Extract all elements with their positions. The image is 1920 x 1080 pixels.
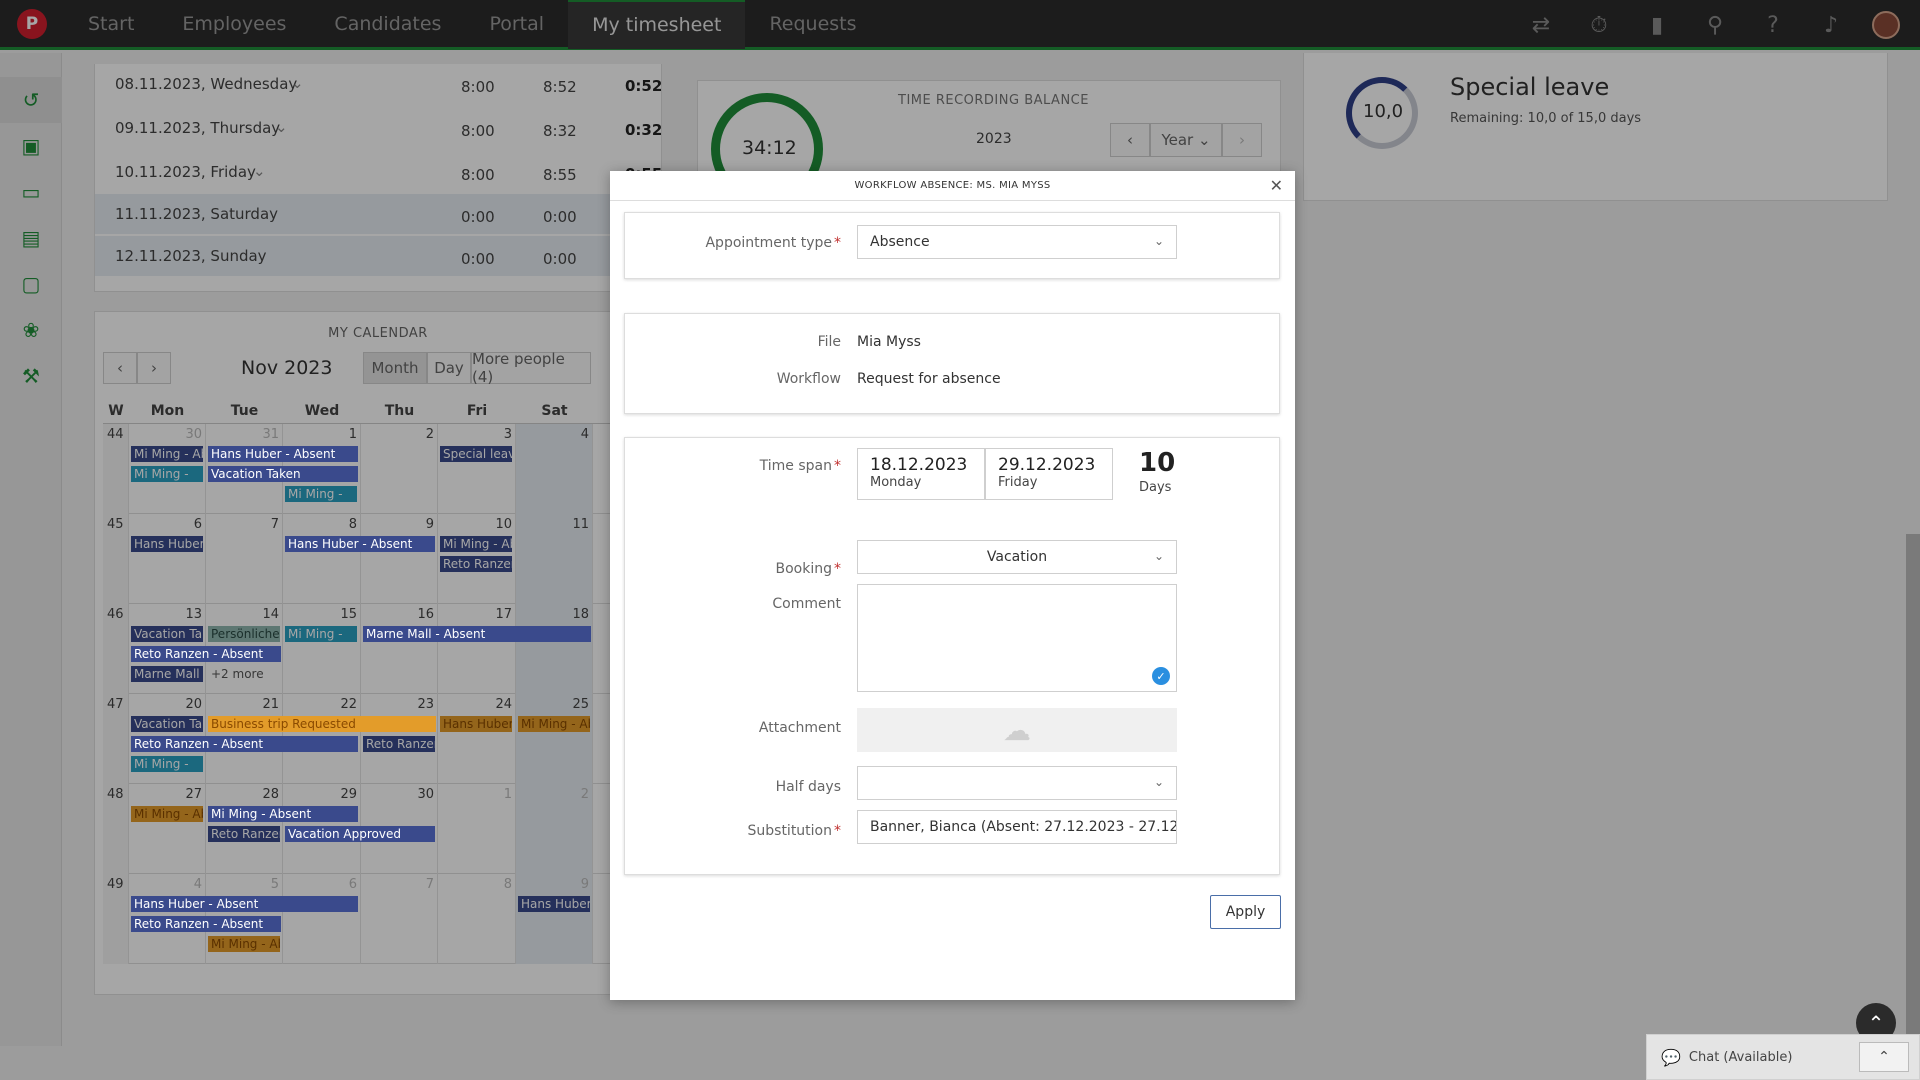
appointment-card: Appointment type * Absence ⌄: [624, 212, 1280, 279]
chevron-up-icon: ⌃: [1878, 1049, 1890, 1065]
end-date: 29.12.2023: [998, 455, 1096, 475]
chat-bar[interactable]: 💬 Chat (Available) ⌃: [1646, 1034, 1920, 1080]
attachment-dropzone[interactable]: ☁: [857, 708, 1177, 752]
chat-expand-button[interactable]: ⌃: [1859, 1042, 1909, 1072]
start-date-field[interactable]: 18.12.2023 Monday: [857, 448, 985, 500]
calendar-event[interactable]: Vacation Approved: [285, 826, 435, 842]
booking-label: Booking *: [776, 561, 842, 577]
end-weekday: Friday: [998, 475, 1038, 490]
half-days-select[interactable]: ⌄: [857, 766, 1177, 800]
half-days-label: Half days: [775, 779, 841, 795]
dialog-title: WORKFLOW ABSENCE: MS. MIA MYSS: [610, 171, 1295, 201]
substitution-value: Banner, Bianca (Absent: 27.12.2023 - 27.…: [870, 819, 1177, 835]
days-label: Days: [1139, 480, 1172, 495]
required-marker: *: [834, 561, 841, 577]
calendar-event[interactable]: Reto Ranzen - Absent: [131, 916, 281, 932]
absence-details-card: Time span * 18.12.2023 Monday 29.12.2023 …: [624, 437, 1280, 875]
chevron-down-icon: ⌄: [1153, 775, 1164, 789]
start-date: 18.12.2023: [870, 455, 968, 475]
time-span-label: Time span *: [760, 458, 841, 474]
chevron-down-icon: ⌄: [1153, 549, 1164, 563]
substitution-label: Substitution *: [748, 823, 842, 839]
calendar-event[interactable]: Business trip Requested: [208, 716, 436, 732]
booking-label-text: Booking: [775, 561, 833, 577]
calendar-event[interactable]: Hans Huber - Absent: [285, 536, 435, 552]
required-marker: *: [834, 458, 841, 474]
close-icon[interactable]: ✕: [1270, 176, 1283, 195]
substitution-input[interactable]: Banner, Bianca (Absent: 27.12.2023 - 27.…: [857, 810, 1177, 844]
workflow-value: Request for absence: [857, 371, 1001, 387]
calendar-event[interactable]: Hans Huber - Absent: [131, 896, 358, 912]
cloud-upload-icon: ☁: [1003, 713, 1031, 747]
comment-textarea[interactable]: ✓: [857, 584, 1177, 692]
calendar-event[interactable]: Reto Ranzen - Absent: [131, 736, 358, 752]
chat-icon: 💬: [1661, 1047, 1681, 1067]
calendar-event[interactable]: Mi Ming - Absent: [208, 806, 358, 822]
appointment-type-label: Appointment type *: [705, 235, 841, 251]
start-weekday: Monday: [870, 475, 922, 490]
required-marker: *: [834, 823, 841, 839]
calendar-event[interactable]: Hans Huber - Absent: [208, 446, 358, 462]
file-label: File: [817, 334, 841, 350]
calendar-event[interactable]: Marne Mall - Absent: [363, 626, 591, 642]
time-span-label-text: Time span: [759, 458, 832, 474]
end-date-field[interactable]: 29.12.2023 Friday: [985, 448, 1113, 500]
workflow-label: Workflow: [776, 371, 841, 387]
calendar-event[interactable]: Vacation Taken: [208, 466, 358, 482]
chevron-up-icon: ⌃: [1867, 1011, 1885, 1035]
calendar-event[interactable]: Reto Ranzen - Absent: [131, 646, 281, 662]
appointment-type-select[interactable]: Absence ⌄: [857, 225, 1177, 259]
days-count: 10: [1139, 448, 1176, 478]
file-info-card: File Mia Myss Workflow Request for absen…: [624, 313, 1280, 414]
apply-button[interactable]: Apply: [1210, 895, 1281, 929]
booking-value: Vacation: [986, 549, 1048, 565]
booking-select[interactable]: Vacation ⌄: [857, 540, 1177, 574]
workflow-absence-dialog: WORKFLOW ABSENCE: MS. MIA MYSS ✕ Appoint…: [610, 171, 1295, 1000]
file-value: Mia Myss: [857, 334, 921, 350]
appointment-type-label-text: Appointment type: [705, 235, 832, 251]
appointment-type-value: Absence: [870, 234, 930, 250]
check-icon: ✓: [1152, 667, 1170, 685]
substitution-label-text: Substitution: [747, 823, 833, 839]
required-marker: *: [834, 235, 841, 251]
chat-status: Chat (Available): [1688, 1049, 1793, 1065]
comment-label: Comment: [772, 596, 841, 612]
attachment-label: Attachment: [758, 720, 841, 736]
chevron-down-icon: ⌄: [1153, 234, 1164, 248]
